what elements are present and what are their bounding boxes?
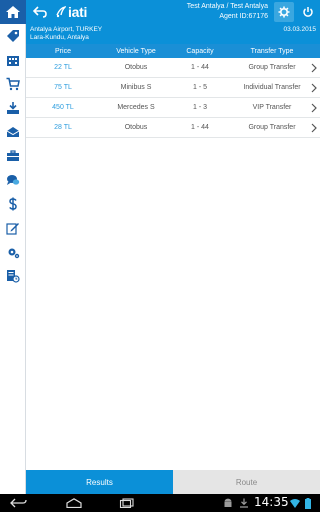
tab-route[interactable]: Route [173,470,320,494]
row-price: 28 TL [54,124,72,131]
chat-bubbles-icon [7,175,20,185]
report-clock-icon [7,270,20,283]
table-row[interactable]: 75 TL Minibus S 1 - 5 Individual Transfe… [26,78,320,98]
sidebar-item-briefcase[interactable] [5,148,21,164]
bottom-tabs: Results Route [26,470,320,494]
android-status-icon [222,497,234,509]
gear-icon [278,6,290,18]
system-nav-bar: 14:35 [0,494,320,512]
cart-icon [6,77,20,91]
system-clock: 14:35 [254,495,289,509]
row-vehicle-type: Otobus [124,124,148,131]
sidebar-item-hotels[interactable] [5,28,21,44]
agent-location: Test Antalya / Test Antalya [186,3,268,10]
sidebar-item-finance[interactable] [5,196,21,212]
route-summary: Antalya Airport, TURKEY Lara-Kundu, Anta… [26,24,320,44]
home-nav-button[interactable] [64,497,84,509]
chevron-right-icon [311,123,317,133]
back-nav-button[interactable] [10,497,28,509]
chevron-right-icon [311,83,317,93]
header-vehicle-type: Vehicle Type [116,47,156,55]
row-capacity: 1 - 3 [192,104,207,111]
row-vehicle-type: Otobus [124,64,148,71]
origin-label: Antalya Airport, TURKEY [30,26,103,33]
sidebar-item-reports[interactable] [5,268,21,284]
top-bar: iati Test Antalya / Test Antalya Agent I… [0,0,320,24]
sidebar-item-transfers[interactable] [5,100,21,116]
back-button[interactable] [30,3,50,21]
home-button[interactable] [0,0,26,24]
row-price: 22 TL [54,64,72,71]
header-capacity: Capacity [186,47,214,55]
sidebar-item-hotel-booking[interactable] [5,52,21,68]
header-transfer-type: Transfer Type [250,47,294,55]
building-icon [7,56,19,66]
row-vehicle-type: Mercedes S [117,104,155,111]
envelope-icon [6,127,20,137]
results-table: Price Vehicle Type Capacity Transfer Typ… [26,44,320,138]
sidebar-item-support[interactable] [5,172,21,188]
back-nav-icon [10,498,27,508]
table-header: Price Vehicle Type Capacity Transfer Typ… [26,44,320,58]
recents-nav-button[interactable] [118,497,136,509]
destination-label: Lara-Kundu, Antalya [30,34,89,41]
home-icon [6,6,20,18]
home-nav-icon [66,498,82,508]
tab-results[interactable]: Results [26,470,173,494]
sidebar-item-cart[interactable] [5,76,21,92]
row-capacity: 1 - 44 [191,64,209,71]
sidebar-item-edit[interactable] [5,220,21,236]
logo-mark-icon [56,6,66,18]
sidebar-item-messages[interactable] [5,124,21,140]
logout-button[interactable] [298,2,318,22]
row-capacity: 1 - 44 [191,124,209,131]
table-row[interactable]: 450 TL Mercedes S 1 - 3 VIP Transfer [26,98,320,118]
row-transfer-type: Group Transfer [248,64,296,71]
row-vehicle-type: Minibus S [120,84,152,91]
power-icon [303,7,313,17]
dollar-icon [9,197,17,211]
tag-icon [7,30,19,42]
app-logo: iati [56,2,87,22]
agent-info: Test Antalya / Test Antalya Agent ID:671… [187,2,268,22]
pencil-icon [6,223,19,235]
download-icon [240,498,248,508]
settings-button[interactable] [274,2,294,22]
battery-icon [305,497,311,509]
wifi-icon [290,499,300,508]
sidebar-item-settings[interactable] [5,244,21,260]
agent-id: Agent ID:67176 [219,13,268,20]
row-transfer-type: Group Transfer [248,124,296,131]
table-row[interactable]: 22 TL Otobus 1 - 44 Group Transfer [26,58,320,78]
wifi-status-icon [290,497,300,509]
logo-text: iati [68,4,88,20]
download-status-icon [238,497,250,509]
row-price: 75 TL [54,84,72,91]
battery-status-icon [304,497,312,509]
cogs-icon [8,248,20,259]
row-transfer-type: VIP Transfer [252,104,292,111]
chevron-right-icon [311,103,317,113]
recents-icon [119,498,134,508]
chevron-right-icon [311,63,317,73]
android-icon [224,498,232,507]
back-arrow-icon [33,6,47,18]
row-capacity: 1 - 5 [192,84,207,91]
briefcase-icon [7,150,19,161]
table-row[interactable]: 28 TL Otobus 1 - 44 Group Transfer [26,118,320,138]
travel-date: 03.03.2015 [283,26,316,33]
row-price: 450 TL [52,104,74,111]
row-transfer-type: Individual Transfer [243,84,301,91]
download-tray-icon [7,102,19,114]
header-price: Price [55,47,71,55]
sidebar [0,24,26,494]
